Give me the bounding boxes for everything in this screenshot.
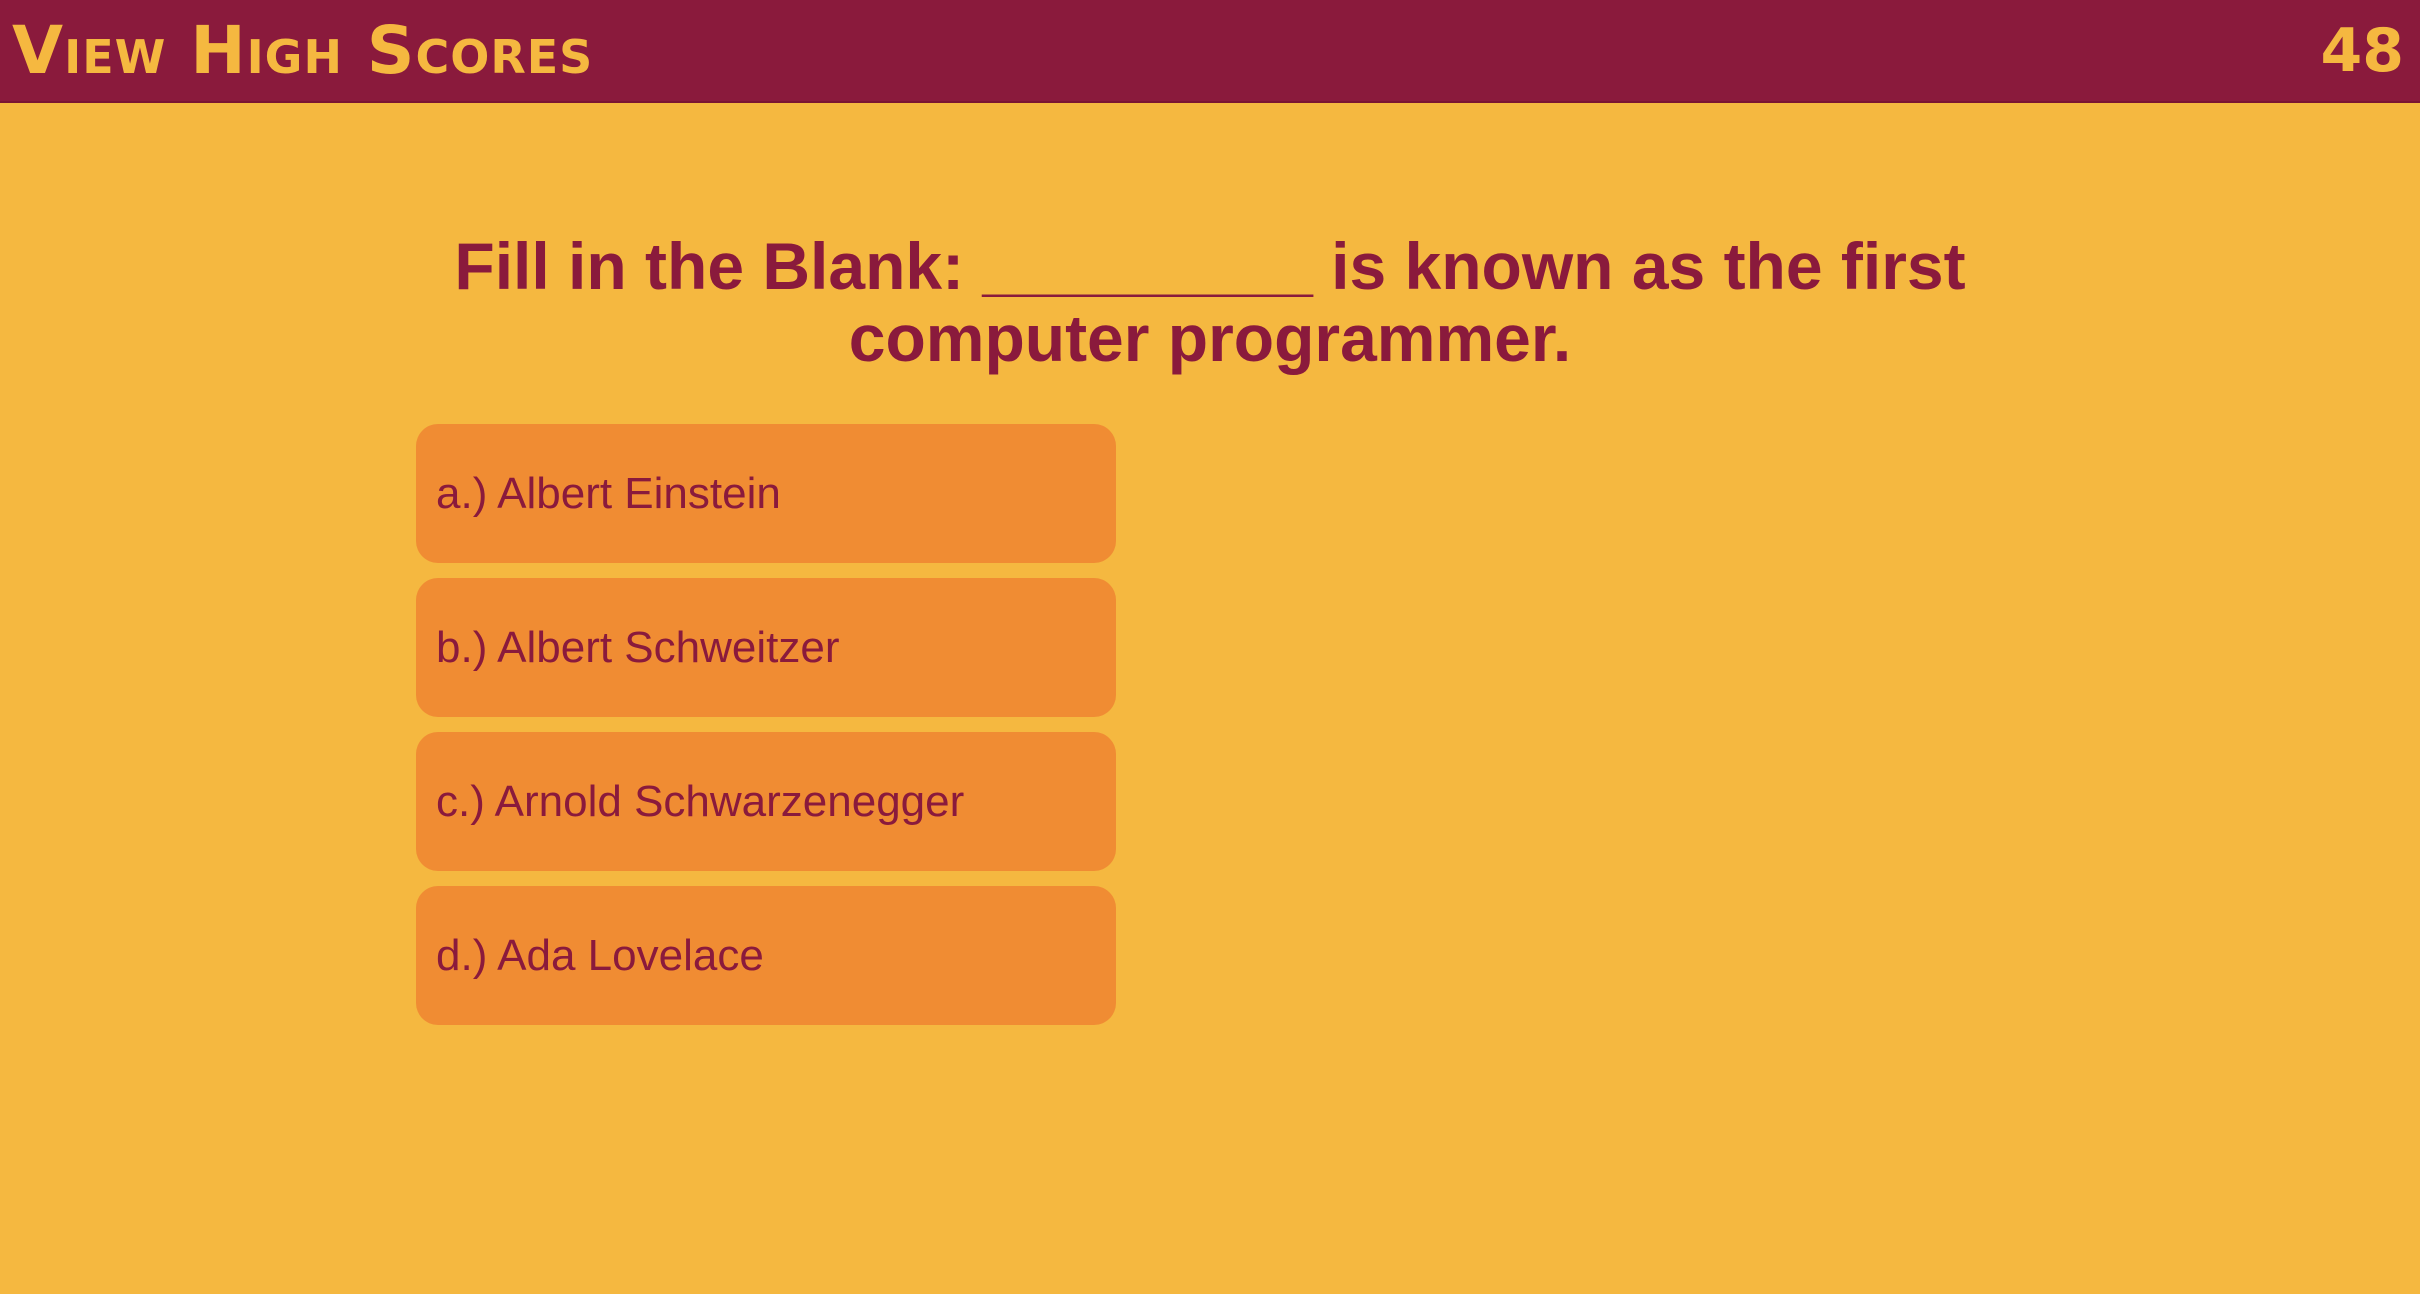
question-text: Fill in the Blank: _________ is known as… [454, 229, 1966, 375]
answer-button-d[interactable]: d.) Ada Lovelace [416, 886, 1116, 1025]
answer-button-c[interactable]: c.) Arnold Schwarzenegger [416, 732, 1116, 871]
top-bar: View High Scores 48 [0, 0, 2420, 103]
timer: 48 [2320, 16, 2405, 86]
answer-button-a[interactable]: a.) Albert Einstein [416, 424, 1116, 563]
view-high-scores-link[interactable]: View High Scores [12, 14, 593, 88]
answer-button-b[interactable]: b.) Albert Schweitzer [416, 578, 1116, 717]
answer-list: a.) Albert Einstein b.) Albert Schweitze… [416, 424, 1116, 1040]
